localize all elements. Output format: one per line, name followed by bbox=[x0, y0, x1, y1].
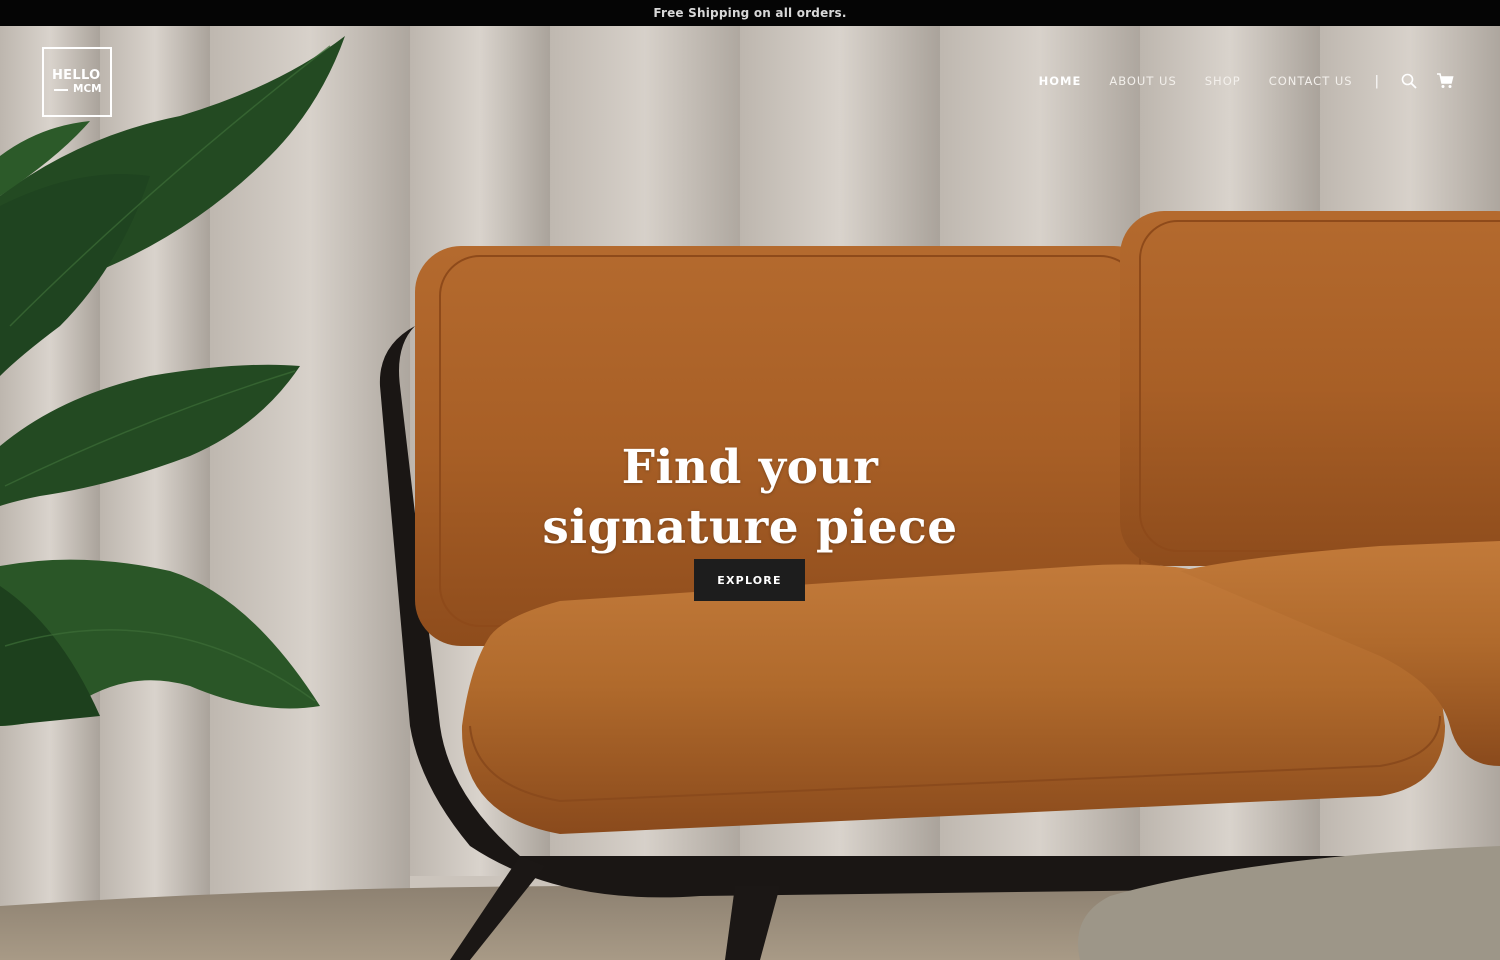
hero-section: Find your signature piece EXPLORE bbox=[0, 26, 1500, 960]
main-nav: HOME ABOUT US SHOP CONTACT US | bbox=[1039, 72, 1454, 90]
hero-headline-line1: Find your bbox=[621, 440, 879, 495]
explore-button[interactable]: EXPLORE bbox=[694, 559, 805, 601]
nav-item-home[interactable]: HOME bbox=[1039, 74, 1082, 88]
nav-separator: | bbox=[1374, 73, 1380, 89]
site-logo[interactable]: HELLO MCM bbox=[42, 47, 112, 117]
nav-item-contact-us[interactable]: CONTACT US bbox=[1269, 74, 1353, 88]
logo-line1: HELLO bbox=[52, 68, 101, 83]
hero-headline-line2: signature piece bbox=[542, 500, 958, 555]
search-icon[interactable] bbox=[1400, 72, 1418, 90]
nav-item-shop[interactable]: SHOP bbox=[1205, 74, 1241, 88]
logo-line2: MCM bbox=[73, 83, 102, 95]
announcement-text: Free Shipping on all orders. bbox=[653, 6, 847, 20]
cart-icon[interactable] bbox=[1436, 72, 1454, 90]
nav-item-about-us[interactable]: ABOUT US bbox=[1109, 74, 1176, 88]
hero-headline: Find your signature piece bbox=[0, 438, 1500, 558]
announcement-bar: Free Shipping on all orders. bbox=[0, 0, 1500, 26]
logo-dash bbox=[54, 89, 68, 91]
